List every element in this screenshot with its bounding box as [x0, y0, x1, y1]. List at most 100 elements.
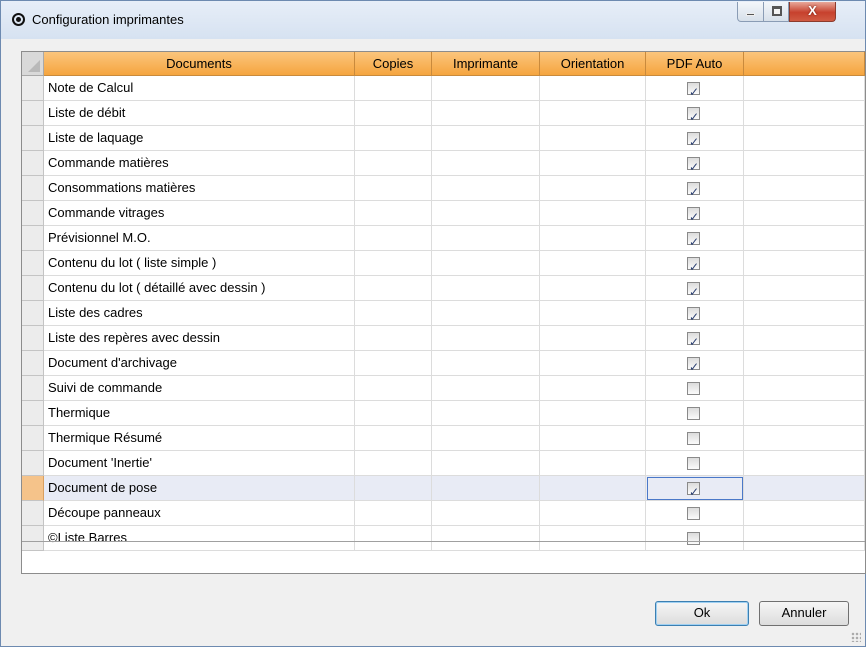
- cell-copies[interactable]: [355, 126, 432, 151]
- pdf-auto-checkbox[interactable]: [687, 130, 700, 150]
- cell-copies[interactable]: [355, 301, 432, 326]
- table-row[interactable]: Document 'Inertie': [22, 451, 865, 476]
- column-header-imprimante[interactable]: Imprimante: [432, 52, 540, 76]
- cell-document[interactable]: Contenu du lot ( liste simple ): [44, 251, 355, 276]
- table-row[interactable]: Suivi de commande: [22, 376, 865, 401]
- cell-document[interactable]: Thermique Résumé: [44, 426, 355, 451]
- row-header[interactable]: [22, 476, 44, 501]
- table-row[interactable]: Contenu du lot ( détaillé avec dessin ): [22, 276, 865, 301]
- table-row[interactable]: Commande matières: [22, 151, 865, 176]
- pdf-auto-checkbox[interactable]: [687, 532, 700, 545]
- pdf-auto-checkbox[interactable]: [687, 355, 700, 375]
- pdf-auto-checkbox[interactable]: [687, 230, 700, 250]
- cell-copies[interactable]: [355, 176, 432, 201]
- grid-corner-select-all[interactable]: [22, 52, 44, 76]
- title-bar[interactable]: Configuration imprimantes X: [1, 1, 865, 39]
- cell-orientation[interactable]: [540, 201, 646, 226]
- table-row[interactable]: Découpe panneaux: [22, 501, 865, 526]
- column-header-orientation[interactable]: Orientation: [540, 52, 646, 76]
- cell-orientation[interactable]: [540, 401, 646, 426]
- table-row[interactable]: Liste de débit: [22, 101, 865, 126]
- cell-imprimante[interactable]: [432, 376, 540, 401]
- pdf-auto-checkbox[interactable]: [687, 480, 700, 500]
- cell-imprimante[interactable]: [432, 426, 540, 451]
- row-header[interactable]: [22, 501, 44, 526]
- cell-document[interactable]: Document de pose: [44, 476, 355, 501]
- cell-imprimante[interactable]: [432, 401, 540, 426]
- cell-document[interactable]: Consommations matières: [44, 176, 355, 201]
- row-header[interactable]: [22, 401, 44, 426]
- cell-copies[interactable]: [355, 501, 432, 526]
- cell-imprimante[interactable]: [432, 176, 540, 201]
- column-header-copies[interactable]: Copies: [355, 52, 432, 76]
- cell-copies[interactable]: [355, 326, 432, 351]
- cell-orientation[interactable]: [540, 501, 646, 526]
- cell-imprimante[interactable]: [432, 451, 540, 476]
- cell-document[interactable]: Document d'archivage: [44, 351, 355, 376]
- cell-copies[interactable]: [355, 376, 432, 401]
- pdf-auto-checkbox[interactable]: [687, 507, 700, 520]
- cell-orientation[interactable]: [540, 126, 646, 151]
- cell-imprimante[interactable]: [432, 351, 540, 376]
- ok-button[interactable]: Ok: [655, 601, 749, 626]
- cell-orientation[interactable]: [540, 151, 646, 176]
- pdf-auto-checkbox[interactable]: [687, 80, 700, 100]
- cell-copies[interactable]: [355, 251, 432, 276]
- table-row[interactable]: Liste de laquage: [22, 126, 865, 151]
- cell-imprimante[interactable]: [432, 476, 540, 501]
- cell-document[interactable]: ©Liste Barres: [44, 526, 355, 551]
- resize-grip-icon[interactable]: [851, 632, 861, 642]
- cell-orientation[interactable]: [540, 176, 646, 201]
- cell-imprimante[interactable]: [432, 301, 540, 326]
- pdf-auto-checkbox[interactable]: [687, 457, 700, 470]
- row-header[interactable]: [22, 376, 44, 401]
- cell-document[interactable]: Découpe panneaux: [44, 501, 355, 526]
- table-row[interactable]: Thermique: [22, 401, 865, 426]
- cell-copies[interactable]: [355, 226, 432, 251]
- cell-imprimante[interactable]: [432, 126, 540, 151]
- row-header[interactable]: [22, 426, 44, 451]
- cell-document[interactable]: Liste des repères avec dessin: [44, 326, 355, 351]
- row-header[interactable]: [22, 526, 44, 551]
- cell-document[interactable]: Liste de laquage: [44, 126, 355, 151]
- table-row[interactable]: Thermique Résumé: [22, 426, 865, 451]
- cell-document[interactable]: Thermique: [44, 401, 355, 426]
- cell-orientation[interactable]: [540, 526, 646, 551]
- cell-copies[interactable]: [355, 401, 432, 426]
- cell-document[interactable]: Liste des cadres: [44, 301, 355, 326]
- cell-copies[interactable]: [355, 351, 432, 376]
- pdf-auto-checkbox[interactable]: [687, 305, 700, 325]
- row-header[interactable]: [22, 126, 44, 151]
- cell-orientation[interactable]: [540, 451, 646, 476]
- cell-copies[interactable]: [355, 526, 432, 551]
- cell-orientation[interactable]: [540, 426, 646, 451]
- cell-orientation[interactable]: [540, 351, 646, 376]
- cell-imprimante[interactable]: [432, 326, 540, 351]
- pdf-auto-checkbox[interactable]: [687, 255, 700, 275]
- cell-imprimante[interactable]: [432, 76, 540, 101]
- row-header[interactable]: [22, 451, 44, 476]
- cell-document[interactable]: Note de Calcul: [44, 76, 355, 101]
- cell-document[interactable]: Contenu du lot ( détaillé avec dessin ): [44, 276, 355, 301]
- maximize-button[interactable]: [763, 2, 789, 22]
- row-header[interactable]: [22, 251, 44, 276]
- table-row[interactable]: ©Liste Barres: [22, 526, 865, 551]
- row-header[interactable]: [22, 301, 44, 326]
- pdf-auto-checkbox[interactable]: [687, 280, 700, 300]
- pdf-auto-checkbox[interactable]: [687, 407, 700, 420]
- cell-orientation[interactable]: [540, 276, 646, 301]
- table-row[interactable]: Contenu du lot ( liste simple ): [22, 251, 865, 276]
- cell-copies[interactable]: [355, 151, 432, 176]
- cell-orientation[interactable]: [540, 101, 646, 126]
- cell-orientation[interactable]: [540, 301, 646, 326]
- pdf-auto-checkbox[interactable]: [687, 155, 700, 175]
- row-header[interactable]: [22, 226, 44, 251]
- column-header-pdf-auto[interactable]: PDF Auto: [646, 52, 744, 76]
- table-row[interactable]: Commande vitrages: [22, 201, 865, 226]
- row-header[interactable]: [22, 351, 44, 376]
- cell-orientation[interactable]: [540, 251, 646, 276]
- cell-copies[interactable]: [355, 451, 432, 476]
- cell-imprimante[interactable]: [432, 226, 540, 251]
- row-header[interactable]: [22, 176, 44, 201]
- cell-copies[interactable]: [355, 426, 432, 451]
